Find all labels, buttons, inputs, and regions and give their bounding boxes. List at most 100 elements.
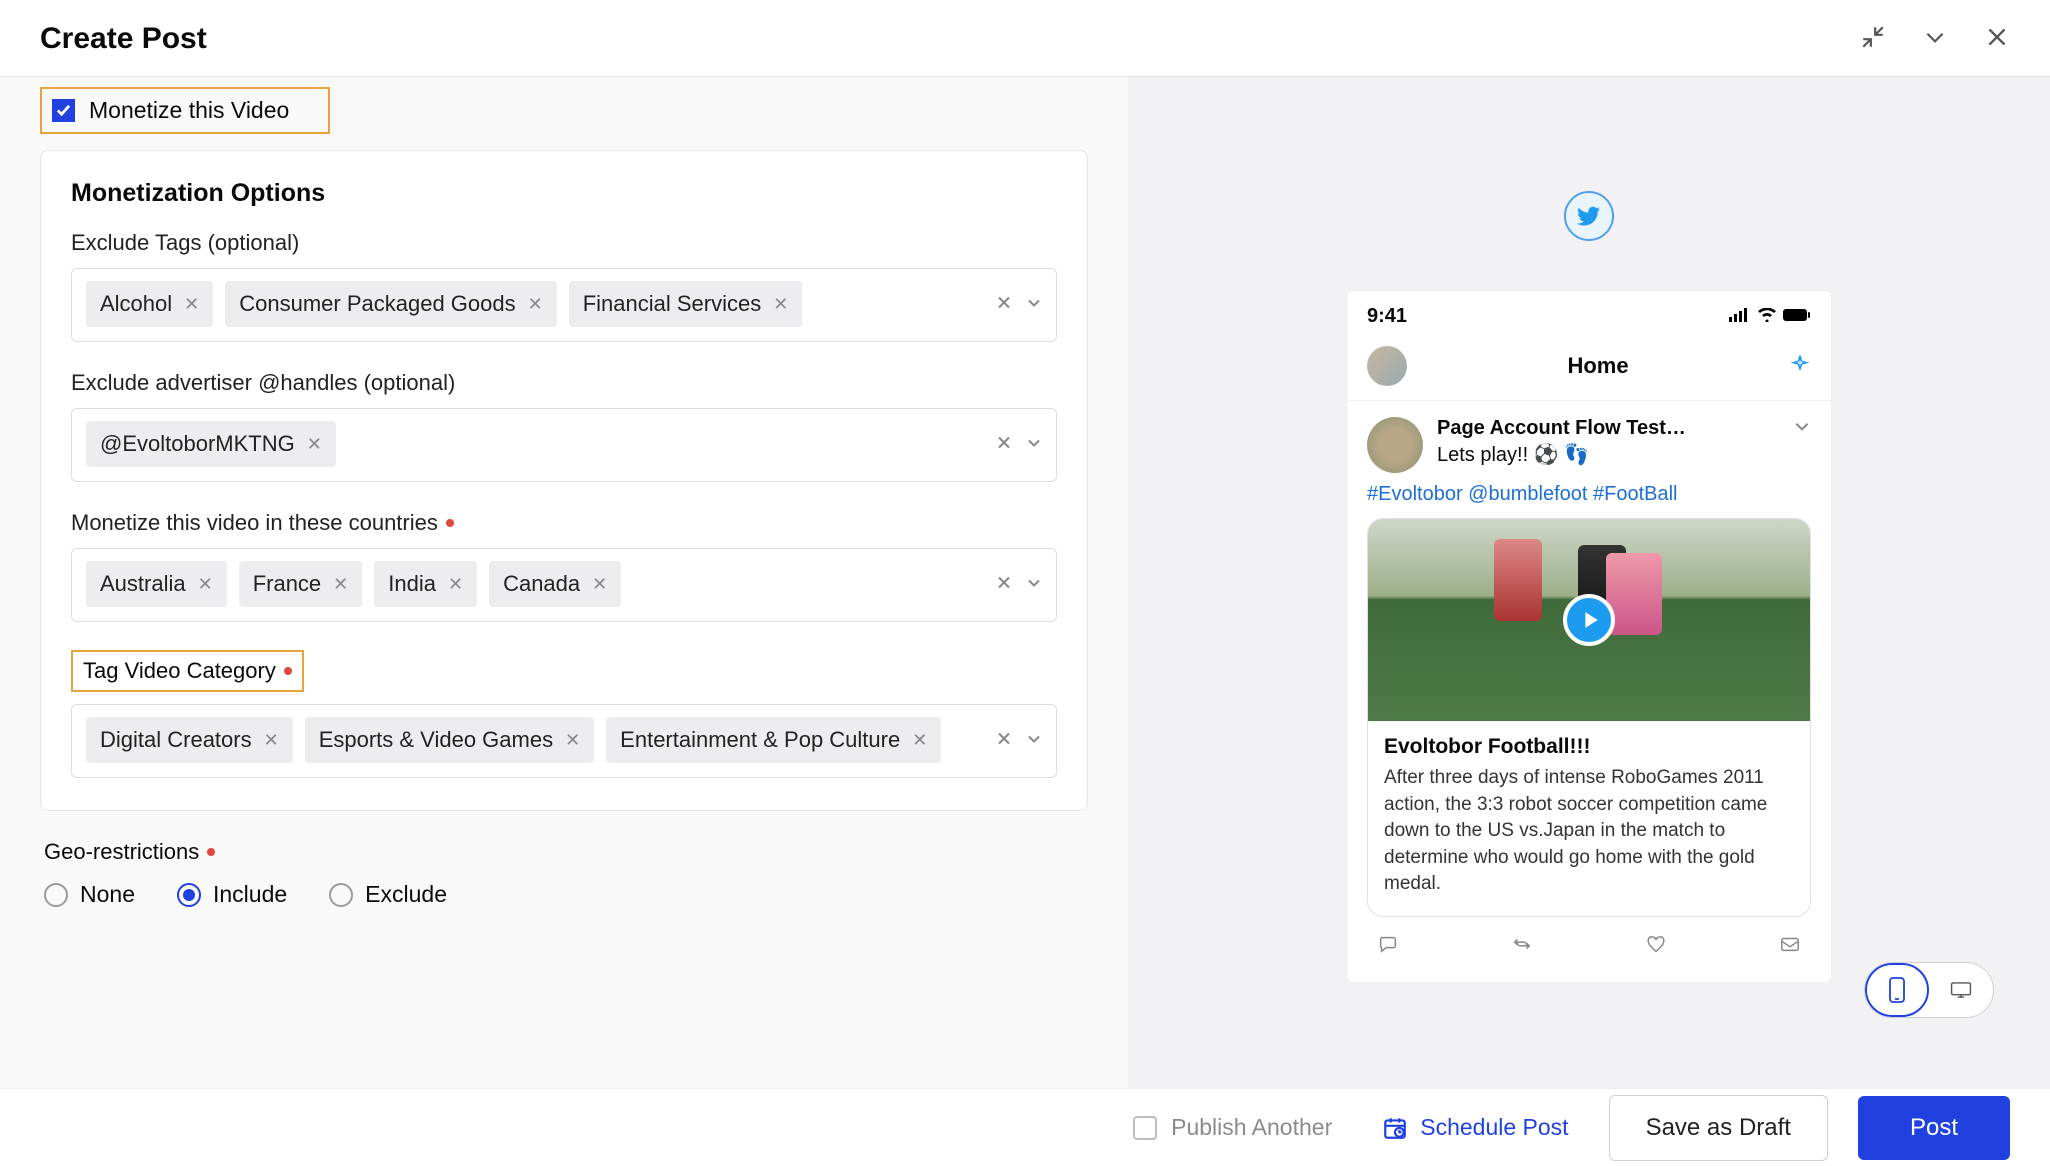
preview-panel: 9:41 Home Page Account Flow Test… Lets p bbox=[1128, 77, 2050, 1088]
close-icon[interactable] bbox=[1984, 24, 2010, 55]
post-caption: Lets play!! ⚽ 👣 bbox=[1437, 442, 1779, 467]
required-dot-icon bbox=[446, 519, 454, 527]
desktop-view-button[interactable] bbox=[1929, 963, 1993, 1017]
media-card: Evoltobor Football!!! After three days o… bbox=[1367, 518, 1811, 917]
countries-select[interactable]: Australia ✕ France✕ India ✕ Canada ✕ bbox=[71, 548, 1057, 622]
tag-remove-icon[interactable]: ✕ bbox=[773, 294, 788, 315]
modal-header: Create Post bbox=[0, 0, 2050, 77]
required-dot-icon bbox=[284, 667, 292, 675]
tag-remove-icon[interactable]: ✕ bbox=[912, 730, 927, 751]
countries-label: Monetize this video in these countries bbox=[71, 510, 1057, 536]
status-bar: 9:41 bbox=[1347, 291, 1831, 336]
clear-icon[interactable] bbox=[996, 435, 1012, 456]
account-name: Page Account Flow Test… bbox=[1437, 417, 1779, 440]
sparkle-icon[interactable] bbox=[1789, 353, 1811, 380]
share-icon[interactable] bbox=[1779, 933, 1801, 960]
clear-icon[interactable] bbox=[996, 731, 1012, 752]
header-actions bbox=[1860, 24, 2010, 55]
exclude-tags-select[interactable]: Alcohol✕ Consumer Packaged Goods✕ Financ… bbox=[71, 268, 1057, 342]
like-icon[interactable] bbox=[1645, 933, 1667, 960]
chevron-down-icon[interactable] bbox=[1922, 24, 1948, 55]
chevron-down-icon[interactable] bbox=[1026, 731, 1042, 752]
media-card-desc: After three days of intense RoboGames 20… bbox=[1384, 765, 1794, 898]
tag-remove-icon[interactable]: ✕ bbox=[333, 574, 348, 595]
form-panel: Monetize this Video Monetization Options… bbox=[0, 77, 1128, 1088]
battery-icon bbox=[1783, 305, 1811, 328]
reply-icon[interactable] bbox=[1377, 933, 1399, 960]
tag-label: Entertainment & Pop Culture bbox=[620, 727, 900, 753]
tag-remove-icon[interactable]: ✕ bbox=[448, 574, 463, 595]
geo-restrictions-section: Geo-restrictions None Include Exclude bbox=[40, 839, 1088, 908]
post-button[interactable]: Post bbox=[1858, 1096, 2010, 1160]
tag-label: Esports & Video Games bbox=[319, 727, 553, 753]
monetize-checkbox-row[interactable]: Monetize this Video bbox=[40, 87, 330, 134]
tag-remove-icon[interactable]: ✕ bbox=[264, 730, 279, 751]
tag-remove-icon[interactable]: ✕ bbox=[592, 574, 607, 595]
footer-bar: Publish Another Schedule Post Save as Dr… bbox=[0, 1088, 2050, 1166]
tag-label: Digital Creators bbox=[100, 727, 252, 753]
mobile-view-button[interactable] bbox=[1865, 963, 1929, 1017]
chevron-down-icon[interactable] bbox=[1793, 417, 1811, 441]
tag-remove-icon[interactable]: ✕ bbox=[565, 730, 580, 751]
chevron-down-icon[interactable] bbox=[1026, 435, 1042, 456]
twitter-platform-icon[interactable] bbox=[1564, 191, 1614, 241]
tag-label: India bbox=[388, 571, 436, 597]
modal-title: Create Post bbox=[40, 22, 207, 56]
media-card-title: Evoltobor Football!!! bbox=[1384, 735, 1794, 759]
status-time: 9:41 bbox=[1367, 305, 1407, 328]
checkbox-empty-icon bbox=[1133, 1116, 1157, 1140]
geo-title-text: Geo-restrictions bbox=[44, 839, 199, 865]
monetize-checkbox-label: Monetize this Video bbox=[89, 97, 289, 124]
tag: Consumer Packaged Goods✕ bbox=[225, 281, 556, 327]
tag-remove-icon[interactable]: ✕ bbox=[307, 434, 322, 455]
tag-remove-icon[interactable]: ✕ bbox=[198, 574, 213, 595]
radio-label: None bbox=[80, 881, 135, 908]
radio-icon bbox=[329, 883, 353, 907]
tag-label: Australia bbox=[100, 571, 186, 597]
tag: India ✕ bbox=[374, 561, 477, 607]
tag: Australia ✕ bbox=[86, 561, 227, 607]
exclude-handles-label: Exclude advertiser @handles (optional) bbox=[71, 370, 1057, 396]
tag: @EvoltoborMKTNG ✕ bbox=[86, 421, 336, 467]
chevron-down-icon[interactable] bbox=[1026, 295, 1042, 316]
chevron-down-icon[interactable] bbox=[1026, 575, 1042, 596]
radio-icon bbox=[177, 883, 201, 907]
publish-another-checkbox[interactable]: Publish Another bbox=[1133, 1114, 1332, 1141]
play-icon[interactable] bbox=[1563, 594, 1615, 646]
tag: Digital Creators ✕ bbox=[86, 717, 293, 763]
radio-exclude[interactable]: Exclude bbox=[329, 881, 447, 908]
radio-none[interactable]: None bbox=[44, 881, 135, 908]
status-icons bbox=[1729, 305, 1811, 328]
geo-restrictions-label: Geo-restrictions bbox=[44, 839, 1088, 865]
categories-select[interactable]: Digital Creators ✕ Esports & Video Games ✕… bbox=[71, 704, 1057, 778]
post-avatar-icon bbox=[1367, 417, 1423, 473]
retweet-icon[interactable] bbox=[1511, 933, 1533, 960]
tag-remove-icon[interactable]: ✕ bbox=[528, 294, 543, 315]
monetization-options-card: Monetization Options Exclude Tags (optio… bbox=[40, 150, 1088, 811]
save-draft-button[interactable]: Save as Draft bbox=[1609, 1095, 1828, 1161]
publish-another-label: Publish Another bbox=[1171, 1114, 1332, 1141]
tag: Canada ✕ bbox=[489, 561, 621, 607]
minimize-icon[interactable] bbox=[1860, 24, 1886, 55]
monetization-options-title: Monetization Options bbox=[71, 179, 1057, 208]
countries-list: Australia ✕ France✕ India ✕ Canada ✕ bbox=[86, 561, 1042, 607]
tag-remove-icon[interactable]: ✕ bbox=[184, 294, 199, 315]
tag: France✕ bbox=[239, 561, 363, 607]
countries-label-text: Monetize this video in these countries bbox=[71, 510, 438, 536]
exclude-handles-select[interactable]: @EvoltoborMKTNG ✕ bbox=[71, 408, 1057, 482]
preview-header: Home bbox=[1347, 336, 1831, 401]
exclude-tags-label: Exclude Tags (optional) bbox=[71, 230, 1057, 256]
preview-home-title: Home bbox=[1407, 353, 1789, 379]
schedule-post-label: Schedule Post bbox=[1420, 1114, 1568, 1141]
tag-video-category-text: Tag Video Category bbox=[83, 658, 276, 684]
radio-include[interactable]: Include bbox=[177, 881, 287, 908]
user-avatar-icon[interactable] bbox=[1367, 346, 1407, 386]
tag-label: @EvoltoborMKTNG bbox=[100, 431, 295, 457]
clear-icon[interactable] bbox=[996, 295, 1012, 316]
tweet-preview: Page Account Flow Test… Lets play!! ⚽ 👣 … bbox=[1347, 401, 1831, 982]
clear-icon[interactable] bbox=[996, 575, 1012, 596]
tag-label: Canada bbox=[503, 571, 580, 597]
schedule-post-link[interactable]: Schedule Post bbox=[1382, 1114, 1568, 1141]
tag: Financial Services✕ bbox=[569, 281, 803, 327]
video-thumbnail[interactable] bbox=[1368, 519, 1810, 721]
